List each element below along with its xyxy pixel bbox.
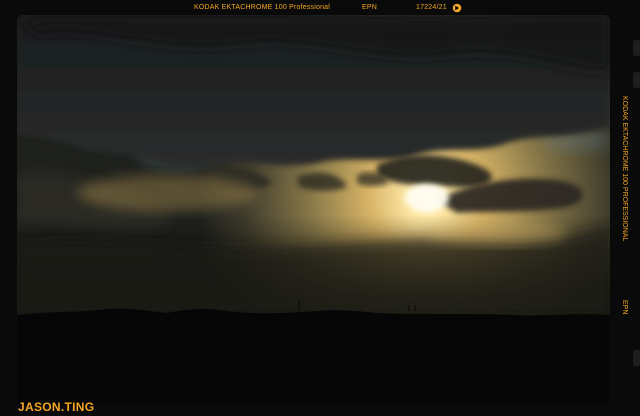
- film-code-label: EPN: [362, 4, 377, 11]
- sunset-photo: [17, 15, 610, 405]
- film-stock-label: KODAK EKTACHROME 100 Professional: [194, 4, 331, 11]
- sprocket-hole: [633, 40, 640, 56]
- sprocket-hole: [633, 72, 640, 88]
- photographer-signature: JASON.TING: [18, 400, 95, 414]
- film-code-side-label: EPN: [621, 300, 628, 315]
- sunset-scene: [17, 15, 610, 405]
- frame-number-label: 17224/21: [416, 4, 447, 11]
- film-edge-top: KODAK EKTACHROME 100 Professional EPN 17…: [0, 0, 640, 16]
- sprocket-hole: [633, 350, 640, 366]
- frame-arrow-icon: [452, 3, 462, 13]
- film-stock-side-label: KODAK EKTACHROME 100 PROFESSIONAL: [621, 96, 628, 242]
